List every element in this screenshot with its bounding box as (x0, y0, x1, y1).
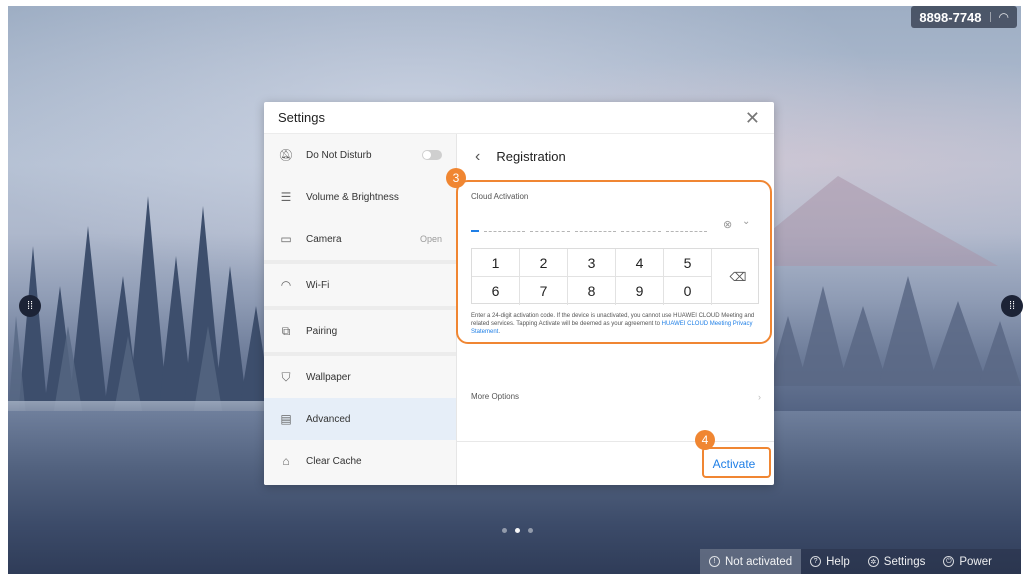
settings-button[interactable]: ✲ Settings (859, 549, 935, 574)
sidebar-item-label: Volume & Brightness (306, 191, 399, 203)
sidebar-item-wallpaper[interactable]: ⛉ Wallpaper (264, 356, 456, 398)
bottom-toolbar: ! Not activated ? Help ✲ Settings ⏻ Powe… (700, 549, 1021, 574)
help-label: Help (826, 555, 850, 568)
wifi-icon: ◠ (280, 278, 292, 292)
annotation-highlight-cloud-activation (456, 180, 772, 344)
sliders-icon: ☰ (280, 190, 292, 204)
sidebar-item-label: Pairing (306, 325, 338, 337)
sidebar-item-label: Camera (306, 233, 342, 245)
sidebar-item-label: Clear Cache (306, 455, 362, 467)
panel-title: Registration (496, 149, 566, 164)
conference-id-badge: 8898-7748 ◠ (911, 6, 1017, 28)
menu-grid-right-icon[interactable]: ⁞⁞ (1001, 295, 1023, 317)
bell-off-icon: 🔕︎ (278, 148, 294, 162)
sidebar-item-pairing[interactable]: ⧉ Pairing (264, 310, 456, 352)
more-options-label: More Options (471, 392, 520, 401)
chevron-right-icon: › (758, 392, 761, 402)
sidebar-item-label: Advanced (306, 413, 351, 425)
conference-id: 8898-7748 (919, 9, 982, 25)
page-indicator (502, 528, 533, 533)
camera-icon: ▭ (280, 232, 292, 246)
power-button[interactable]: ⏻ Power (934, 549, 1001, 574)
dialog-title: Settings (278, 110, 325, 125)
gear-icon: ✲ (867, 556, 879, 567)
menu-grid-left-icon[interactable]: ⁞⁞ (19, 295, 41, 317)
sidebar-item-camera[interactable]: ▭ Camera Open (264, 218, 456, 260)
sidebar-item-label: Do Not Disturb (306, 149, 372, 161)
sidebar-item-wifi[interactable]: ◠ Wi-Fi (264, 264, 456, 306)
wifi-icon: ◠ (998, 10, 1009, 24)
sidebar-item-volume-brightness[interactable]: ☰ Volume & Brightness (264, 176, 456, 218)
advanced-icon: ▤ (280, 412, 292, 426)
help-button[interactable]: ? Help (801, 549, 859, 574)
power-label: Power (959, 555, 992, 568)
sidebar-item-label: Wallpaper (306, 371, 351, 383)
sidebar-item-clear-cache[interactable]: ⌂ Clear Cache (264, 440, 456, 482)
settings-sidebar: 🔕︎ Do Not Disturb ☰ Volume & Brightness … (264, 134, 457, 485)
page-dot-active[interactable] (515, 528, 520, 533)
forest-left (8, 196, 273, 416)
do-not-disturb-toggle[interactable] (422, 150, 442, 160)
panel-header: ‹ Registration (457, 134, 774, 179)
dialog-header: Settings ✕ (264, 102, 774, 134)
sidebar-item-do-not-disturb[interactable]: 🔕︎ Do Not Disturb (264, 134, 456, 176)
sidebar-item-advanced[interactable]: ▤ Advanced (264, 398, 456, 440)
close-icon[interactable]: ✕ (745, 109, 760, 127)
annotation-step-4: 4 (695, 430, 715, 450)
pairing-icon: ⧉ (281, 323, 291, 338)
page-dot[interactable] (528, 528, 533, 533)
divider (989, 12, 991, 22)
back-icon[interactable]: ‹ (475, 148, 480, 166)
camera-status: Open (419, 234, 442, 244)
sidebar-item-label: Wi-Fi (306, 279, 330, 291)
info-icon: ! (709, 556, 720, 567)
help-icon: ? (810, 556, 822, 567)
annotation-highlight-activate (702, 447, 771, 478)
broom-icon: ⌂ (282, 454, 290, 468)
power-icon: ⏻ (943, 556, 955, 567)
settings-label: Settings (883, 555, 926, 568)
page-dot[interactable] (502, 528, 507, 533)
forest-right (768, 276, 1021, 386)
wallpaper-icon: ⛉ (281, 369, 291, 384)
annotation-step-3: 3 (446, 168, 466, 188)
not-activated-label: Not activated (725, 555, 793, 568)
more-options-row[interactable]: More Options › (471, 392, 761, 402)
not-activated-button[interactable]: ! Not activated (700, 549, 802, 574)
